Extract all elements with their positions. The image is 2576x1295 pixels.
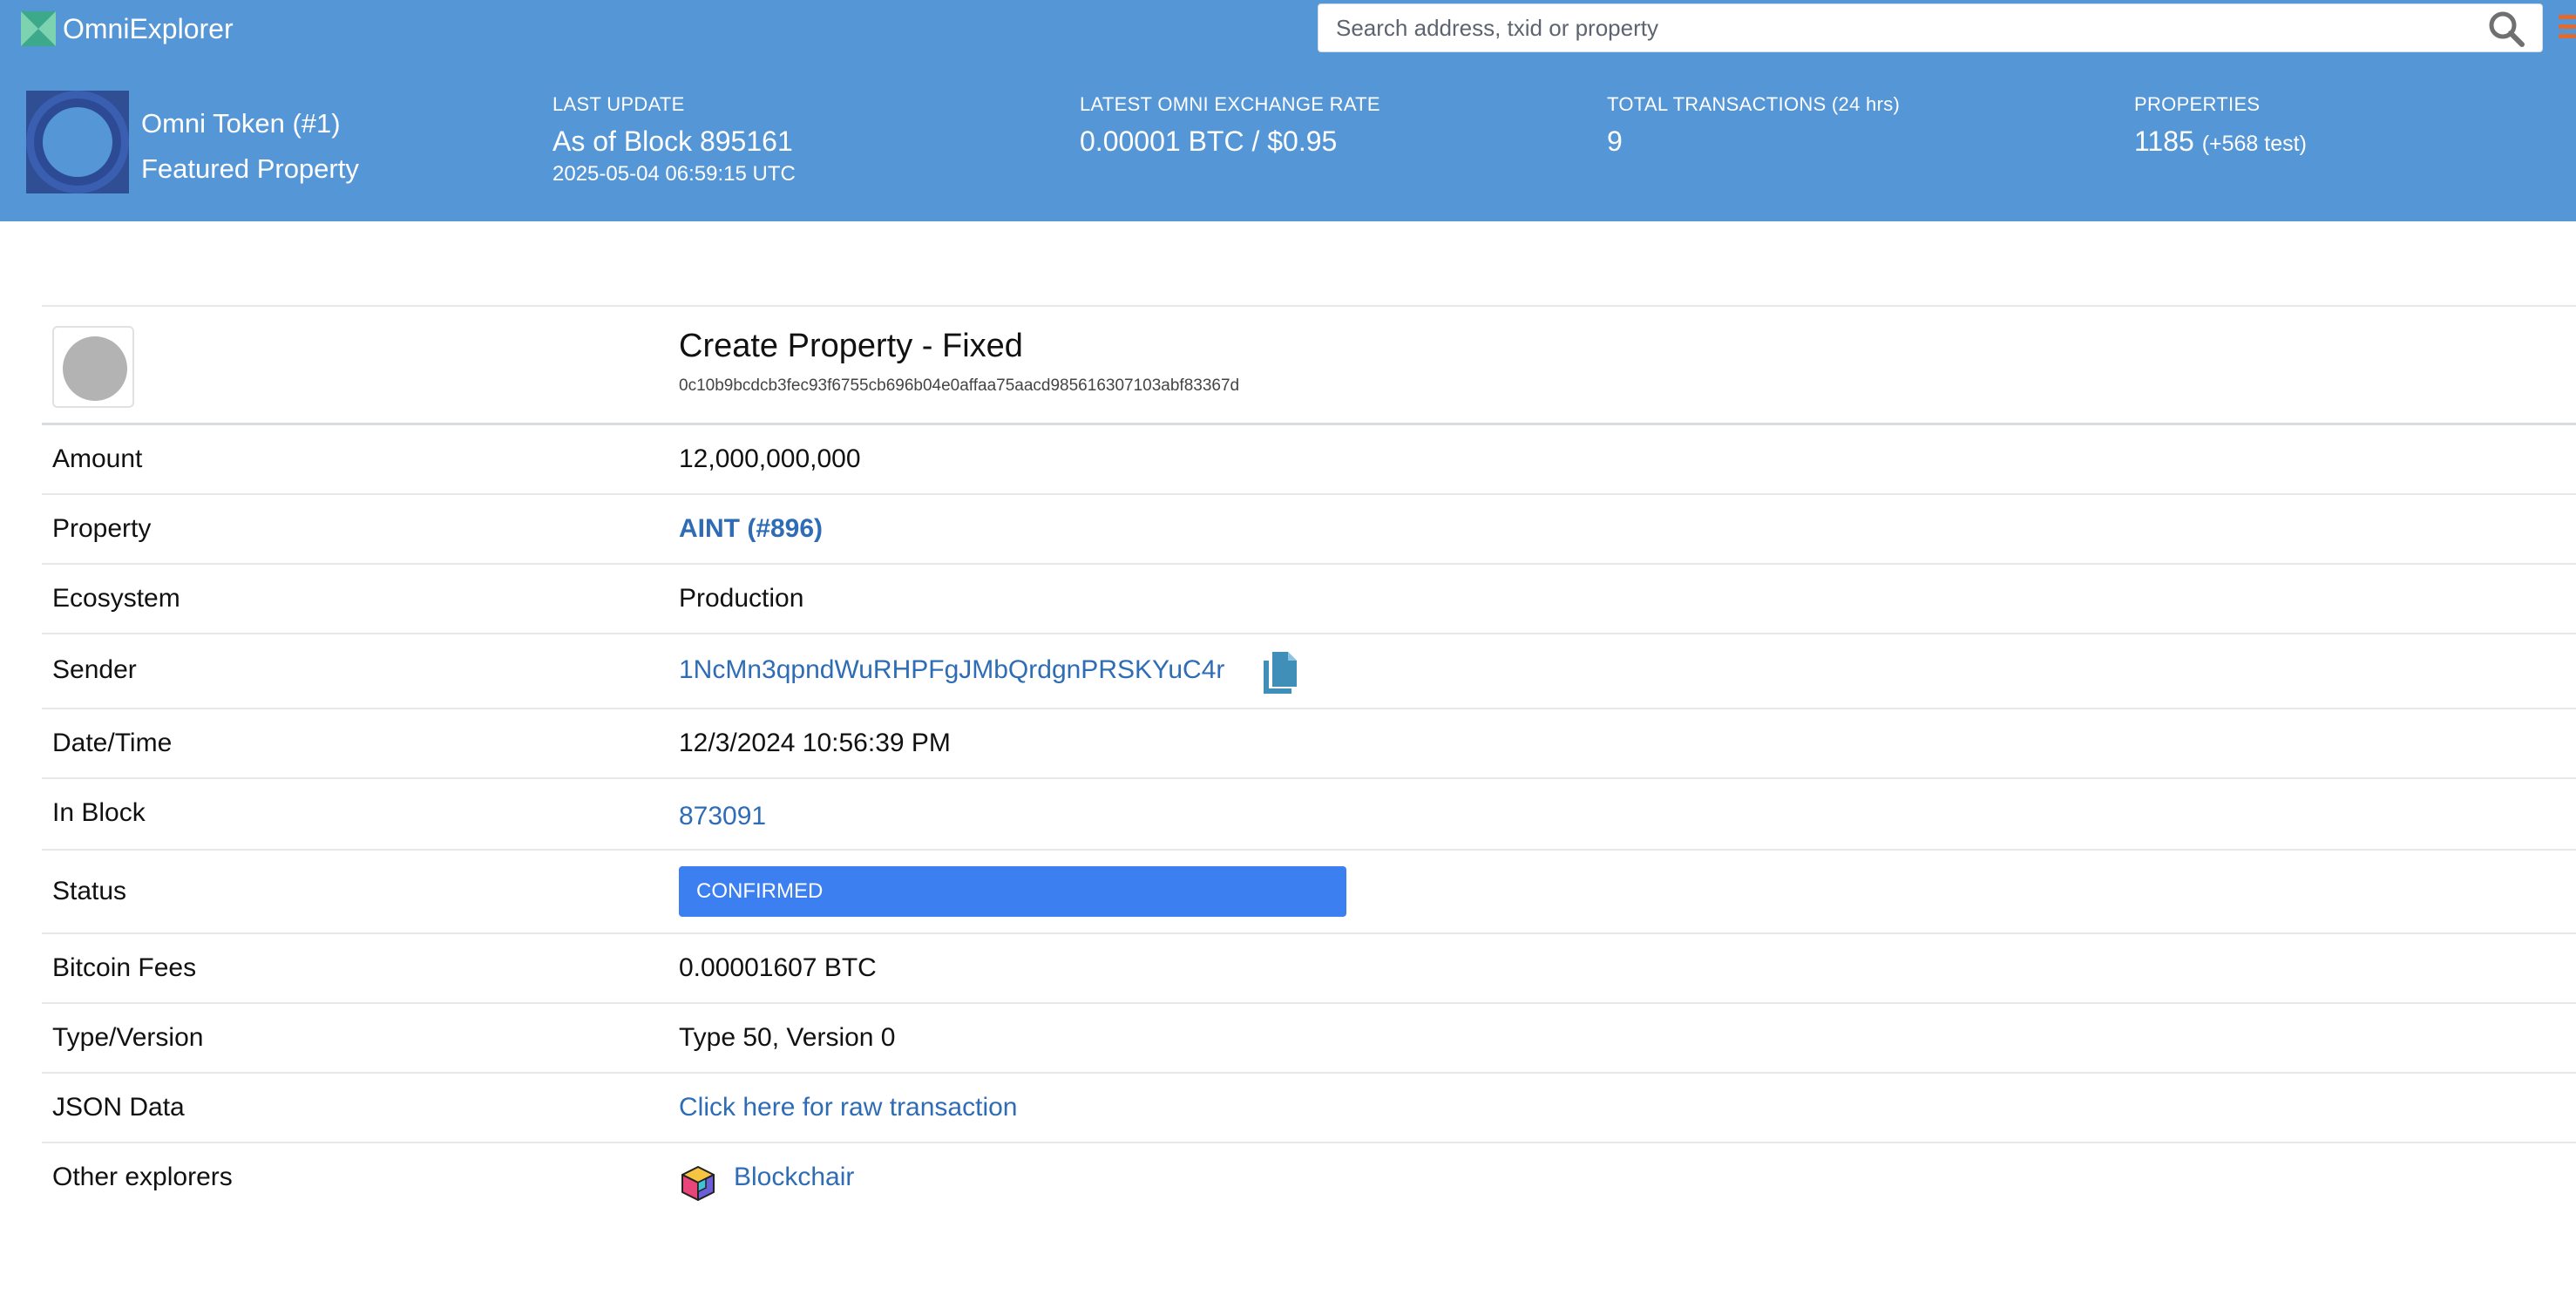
stat-total-transactions: TOTAL TRANSACTIONS (24 hrs) 9 [1607,91,1900,160]
row-datetime: Date/Time 12/3/2024 10:56:39 PM [42,709,2576,779]
status-badge: CONFIRMED [679,866,1346,917]
transaction-details-table: Create Property - Fixed 0c10b9bcdcb3fec9… [42,305,2576,1217]
fees-value: 0.00001607 BTC [679,953,877,982]
omni-token-icon [26,91,129,193]
stat-value: 9 [1607,125,1623,157]
search-box [1318,3,2543,52]
row-label: Amount [52,444,143,473]
row-label: Type/Version [52,1023,204,1052]
stat-value: 1185 (+568 test) [2134,122,2307,163]
row-label: Status [52,877,127,905]
property-avatar [52,326,134,408]
datetime-value: 12/3/2024 10:56:39 PM [679,729,951,757]
brand-link[interactable]: OmniExplorer [21,10,234,47]
sender-address-link[interactable]: 1NcMn3qpndWuRHPFgJMbQrdgnPRSKYuC4r [679,655,1224,685]
search-input[interactable] [1319,4,2469,51]
ecosystem-value: Production [679,584,804,613]
block-link[interactable]: 873091 [679,802,766,831]
top-header: OmniExplorer Omni Token (#1) Featured Pr… [0,0,2576,221]
property-link[interactable]: AINT (#896) [679,514,823,544]
row-status: Status CONFIRMED [42,851,2576,934]
row-label: Sender [52,655,137,684]
type-version-value: Type 50, Version 0 [679,1023,896,1052]
stat-last-update: LAST UPDATE As of Block 895161 2025-05-0… [552,91,796,188]
row-label: JSON Data [52,1093,185,1122]
transaction-id: 0c10b9bcdcb3fec93f6755cb696b04e0affaa75a… [679,376,1240,395]
blockchair-link[interactable]: Blockchair [734,1163,854,1192]
stat-label: TOTAL TRANSACTIONS (24 hrs) [1607,93,1901,115]
stat-label: LATEST OMNI EXCHANGE RATE [1080,93,1380,115]
properties-test-count: (+568 test) [2201,132,2307,156]
row-label: Bitcoin Fees [52,953,197,982]
amount-value: 12,000,000,000 [679,444,861,473]
brand-name: OmniExplorer [63,12,234,44]
copy-icon[interactable] [1258,650,1300,695]
properties-count: 1185 [2134,125,2194,157]
stat-value: As of Block 895161 [552,125,793,157]
hamburger-menu-icon[interactable] [2559,10,2576,45]
stat-exchange-rate: LATEST OMNI EXCHANGE RATE 0.00001 BTC / … [1080,91,1380,160]
row-label: Ecosystem [52,584,180,613]
row-other-explorers: Other explorers Blockchair [42,1143,2576,1217]
search-icon [2489,11,2525,47]
row-sender: Sender 1NcMn3qpndWuRHPFgJMbQrdgnPRSKYuC4… [42,634,2576,709]
row-label: Other explorers [52,1163,233,1191]
stat-label: PROPERTIES [2134,93,2261,115]
featured-property-name: Omni Token (#1) [141,108,341,139]
row-ecosystem: Ecosystem Production [42,565,2576,634]
raw-transaction-link[interactable]: Click here for raw transaction [679,1093,1017,1122]
row-property: Property AINT (#896) [42,495,2576,565]
transaction-title: Create Property - Fixed [679,328,1023,364]
row-type-version: Type/Version Type 50, Version 0 [42,1004,2576,1074]
transaction-header-row: Create Property - Fixed 0c10b9bcdcb3fec9… [42,307,2576,425]
stat-label: LAST UPDATE [552,93,685,115]
stat-properties: PROPERTIES 1185 (+568 test) [2134,91,2307,163]
avatar-placeholder-icon [63,336,127,401]
row-label: Property [52,514,152,543]
omni-logo-icon [21,11,56,46]
stat-timestamp: 2025-05-04 06:59:15 UTC [552,162,796,186]
row-label: In Block [52,798,146,827]
blockchair-cube-icon [681,1166,715,1201]
row-in-block: In Block 873091 [42,779,2576,851]
featured-property[interactable]: Omni Token (#1) Featured Property [26,91,359,193]
search-button[interactable] [2486,10,2526,48]
stat-value: 0.00001 BTC / $0.95 [1080,125,1338,157]
featured-property-caption: Featured Property [141,153,359,184]
row-label: Date/Time [52,729,173,757]
row-json-data: JSON Data Click here for raw transaction [42,1074,2576,1143]
row-bitcoin-fees: Bitcoin Fees 0.00001607 BTC [42,934,2576,1004]
row-amount: Amount 12,000,000,000 [42,425,2576,495]
